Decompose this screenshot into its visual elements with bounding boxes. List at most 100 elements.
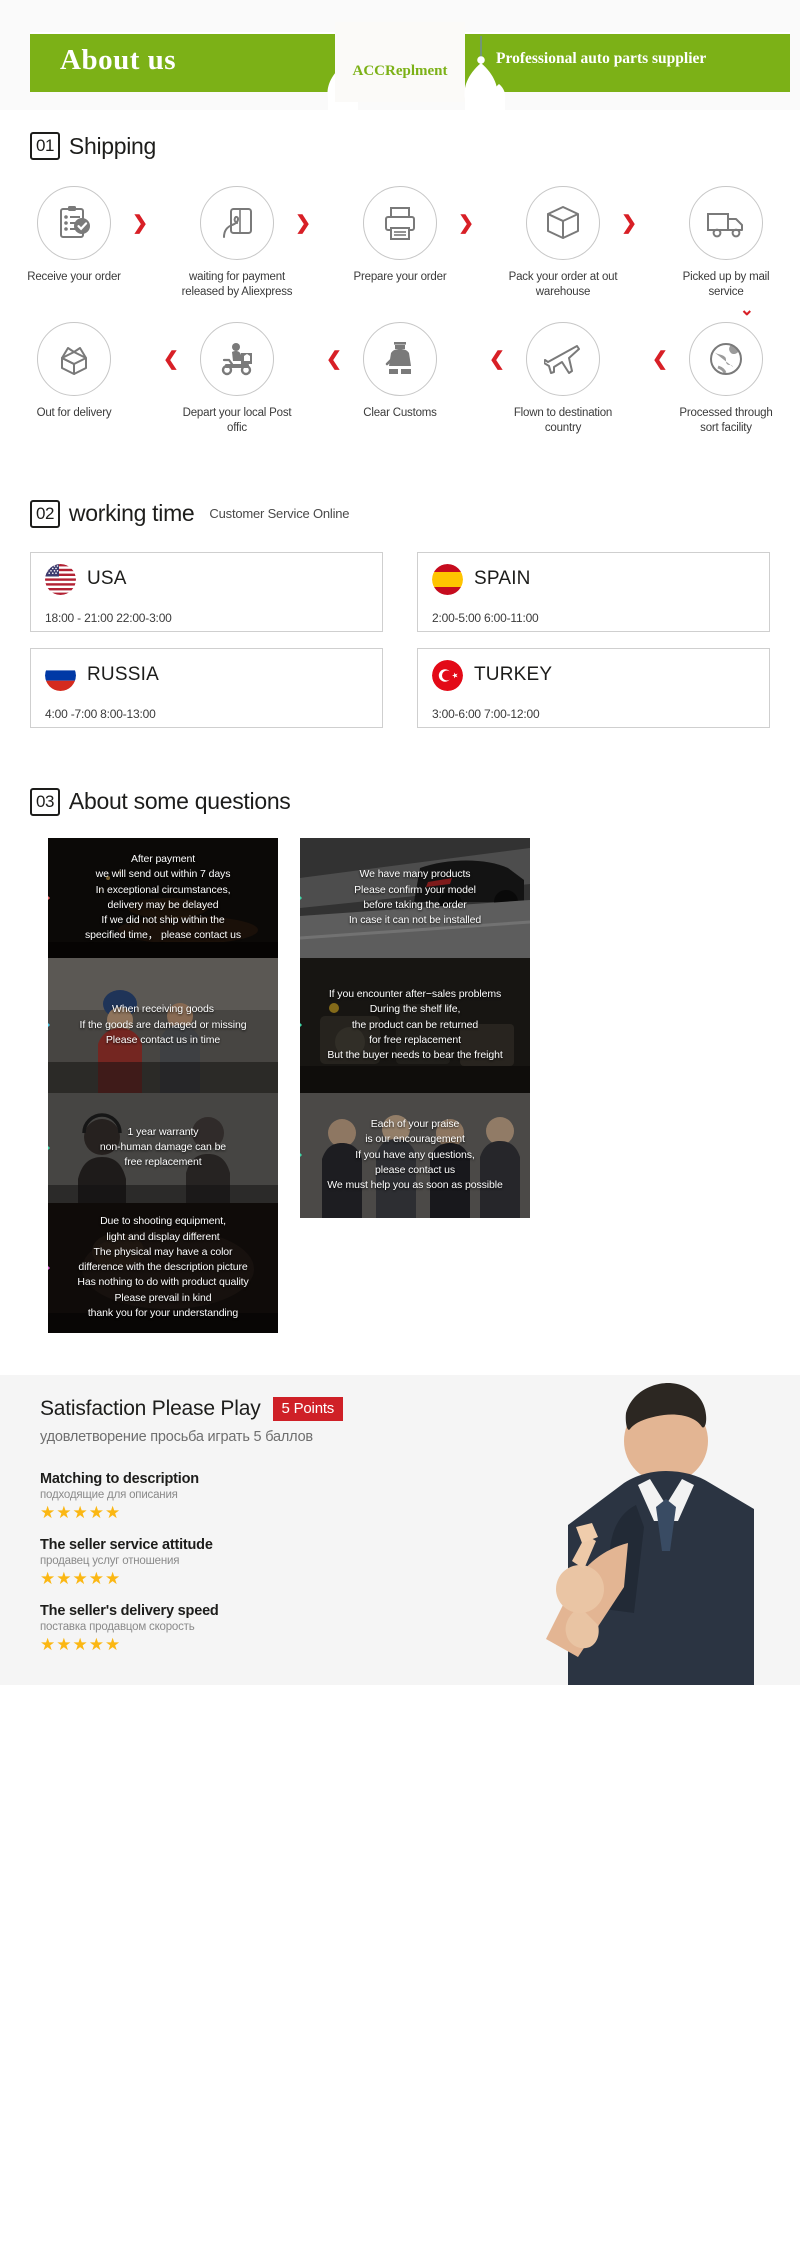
questions-section-heading: 03 About some questions: [0, 787, 800, 816]
flow-arrow-down-icon: ⌄: [739, 299, 754, 319]
satisfaction-title-row: Satisfaction Please Play 5 Points: [40, 1396, 344, 1421]
faq-text: After payment we will send out within 7 …: [84, 853, 242, 942]
criterion-label-en: Matching to description: [40, 1470, 199, 1487]
hand-card-icon: [223, 208, 252, 238]
faq-text: When receiving goods If the goods are da…: [79, 1003, 247, 1046]
about-us-page: About us Professional auto parts supplie…: [0, 0, 800, 2244]
faq-tab-marker: [300, 886, 302, 909]
step-arrow-right-icon: ❯: [132, 213, 148, 234]
faq-panels: After payment we will send out within 7 …: [0, 837, 800, 1333]
printer-icon: [385, 207, 415, 240]
step-circle: [363, 186, 437, 260]
faq-column-right: We have many products Please confirm you…: [300, 837, 530, 1218]
step-arrow-right-icon: ❯: [295, 213, 311, 234]
working-time-card-usa: USA 18:00 - 21:00 22:00-3:00: [30, 551, 383, 632]
step-arrow-left-icon: ❮: [163, 348, 179, 370]
country-name: SPAIN: [474, 568, 531, 590]
working-hours: 3:00-6:00 7:00-12:00: [432, 706, 540, 721]
criterion-matching-description: Matching to description подходящие для о…: [40, 1471, 199, 1521]
step-label: Out for delivery: [36, 406, 112, 419]
shipping-step: Receive your order ❯: [18, 186, 148, 300]
open-box-icon: [61, 346, 87, 375]
working-hours: 18:00 - 21:00 22:00-3:00: [45, 610, 172, 625]
shipping-step: Clear Customs ❮: [326, 321, 456, 436]
card-header: TURKEY: [432, 659, 755, 691]
step-arrow-left-icon: ❮: [489, 348, 505, 370]
faq-text: Due to shooting equipment, light and dis…: [77, 1215, 249, 1319]
faq-text: Each of your praise is our encouragement…: [327, 1118, 503, 1192]
faq-column-left: After payment we will send out within 7 …: [48, 837, 278, 1333]
satisfaction-title: Satisfaction Please Play: [40, 1396, 261, 1420]
criterion-label-en: The seller's delivery speed: [40, 1602, 219, 1619]
truck-icon: [707, 213, 743, 238]
working-time-section-heading: 02 working time Customer Service Online: [0, 499, 800, 528]
step-circle: [526, 186, 600, 260]
questions-section-title: About some questions: [68, 788, 291, 815]
globe-icon: [710, 342, 742, 375]
faq-panel: We have many products Please confirm you…: [300, 837, 530, 958]
flag-russia-icon: [45, 659, 76, 691]
faq-tab-marker: [300, 1144, 302, 1167]
faq-panel: 1 year warranty non-human damage can be …: [48, 1092, 278, 1203]
brand-name: ACCReplment: [352, 63, 448, 79]
shipping-section-heading: 01 Shipping: [0, 132, 800, 160]
shipping-step: Processed through sort facility ❮: [652, 321, 782, 436]
faq-text: 1 year warranty non-human damage can be …: [99, 1125, 227, 1169]
rating-stars[interactable]: ★★★★★: [40, 1504, 199, 1521]
faq-tab-marker: [300, 1014, 302, 1037]
shipping-step: Prepare your order ❯: [344, 186, 474, 300]
step-label: Clear Customs: [363, 406, 437, 419]
shipping-row-1: Receive your order ❯ waiting for payment…: [0, 186, 800, 300]
working-time-section-number: 02: [30, 499, 60, 528]
faq-panel: If you encounter after−sales problems Du…: [300, 957, 530, 1093]
shipping-step: Depart your local Post offic ❮: [163, 321, 293, 436]
rating-stars[interactable]: ★★★★★: [40, 1636, 219, 1653]
shipping-step: Pack your order at out warehouse ❯: [507, 186, 637, 300]
step-circle: [526, 321, 600, 396]
page-header: About us Professional auto parts supplie…: [0, 0, 800, 110]
faq-panel: Each of your praise is our encouragement…: [300, 1092, 530, 1218]
scooter-courier-icon: [221, 342, 252, 376]
rating-stars[interactable]: ★★★★★: [40, 1570, 213, 1587]
header-tagline: Professional auto parts supplier: [496, 50, 707, 67]
shipping-step: Flown to destination country ❮: [489, 321, 619, 436]
step-label: Pack your order at out warehouse: [508, 271, 618, 298]
flag-spain-icon: [432, 563, 463, 595]
step-circle: [200, 321, 274, 396]
criterion-delivery-speed: The seller's delivery speed поставка про…: [40, 1603, 219, 1653]
satisfaction-subtitle: удовлетворение просьба играть 5 баллов: [40, 1428, 313, 1445]
step-label: Depart your local Post offic: [182, 406, 292, 434]
page-title: About us: [60, 44, 177, 76]
shipping-row-2: Out for delivery Depart your local Post …: [0, 321, 800, 436]
step-label: Prepare your order: [353, 271, 447, 283]
faq-text: We have many products Please confirm you…: [348, 868, 482, 926]
brand-plate: [335, 22, 465, 102]
criterion-label-ru: продавец услуг отношения: [40, 1554, 180, 1567]
faq-panel: Due to shooting equipment, light and dis…: [48, 1202, 278, 1333]
shipping-step: Picked up by mail service: [670, 186, 782, 300]
shipping-step: waiting for payment released by Aliexpre…: [181, 186, 311, 300]
satisfaction-section: Satisfaction Please Play 5 Points удовле…: [0, 1374, 800, 1685]
working-time-subtitle: Customer Service Online: [209, 506, 350, 522]
questions-section-number: 03: [30, 787, 60, 816]
step-circle: [363, 321, 437, 396]
country-name: USA: [87, 568, 127, 590]
shipping-section-number: 01: [30, 132, 60, 160]
step-label: Flown to destination country: [513, 406, 613, 434]
shipping-step: Out for delivery: [18, 321, 130, 436]
shipping-section-title: Shipping: [68, 132, 157, 159]
faq-tab-marker: [48, 1014, 50, 1037]
onion-dome-right-icon: [455, 36, 511, 110]
faq-tab-marker: [48, 1136, 50, 1159]
customs-officer-icon: [385, 341, 411, 374]
country-name: RUSSIA: [87, 664, 159, 686]
step-circle: [37, 186, 111, 260]
working-hours: 4:00 -7:00 8:00-13:00: [45, 706, 156, 721]
working-time-cards: USA 18:00 - 21:00 22:00-3:00 SPAIN 2:00-…: [0, 551, 800, 728]
box-package-icon: [547, 206, 579, 239]
step-arrow-right-icon: ❯: [458, 213, 474, 234]
step-arrow-right-icon: ❯: [621, 213, 637, 234]
shipping-steps: Receive your order ❯ waiting for payment…: [0, 186, 800, 436]
flag-usa-icon: [45, 563, 76, 595]
card-header: SPAIN: [432, 563, 755, 595]
